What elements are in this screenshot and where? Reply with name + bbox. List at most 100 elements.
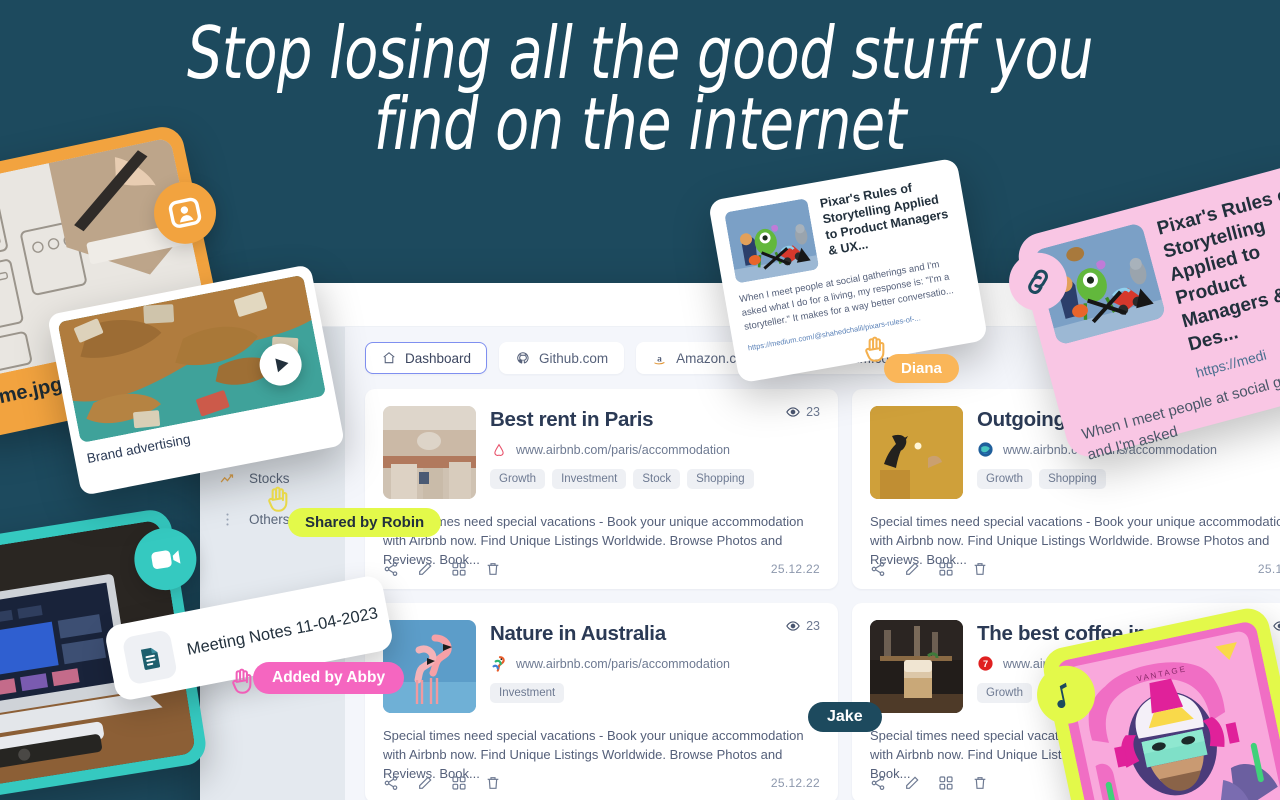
pink-card-text: Pixar's Rules of Storytelling Applied to… [1155,182,1280,381]
card-thumbnail [383,406,476,499]
edit-icon[interactable] [417,775,433,791]
globe-icon [977,441,994,458]
card-url-text: www.airbnb.com/paris/accommodation [516,656,730,671]
name-badge-jake: Jake [808,702,882,732]
image-icon [168,197,202,228]
name-badge-label: Shared by Robin [305,514,425,531]
document-icon-box [121,629,178,686]
trash-icon[interactable] [972,775,988,791]
card-date: 25.12.22 [770,562,820,576]
pink-card-head: Pixar's Rules of Storytelling Applied to… [1032,182,1280,414]
qr-icon[interactable] [938,775,954,791]
tag[interactable]: Shopping [1039,469,1106,489]
edit-icon[interactable] [417,561,433,577]
card-actions [383,561,501,577]
view-count: 23 [786,405,820,419]
seven-badge-icon: 7 [977,655,994,672]
card-head: Best rent in Paris www.airbnb.com/paris/… [383,406,820,499]
card-head: Nature in Australia www.airbnb.com/paris… [383,620,820,713]
card-tags: Growth Shopping [977,469,1280,489]
sidebar-item-label: Others [249,512,290,527]
page-title: Stop losing all the good stuff you find … [90,11,1191,166]
card-thumbnail [870,406,963,499]
floating-pink-title: Pixar's Rules of Storytelling Applied to… [1154,182,1280,356]
video-camera-icon [151,550,181,569]
music-note-icon [1057,682,1067,708]
tag[interactable]: Growth [490,469,546,489]
card-footer: 25.12.22 [870,561,1280,577]
link-icon [1028,269,1048,294]
tag[interactable]: Investment [552,469,627,489]
bookmark-card[interactable]: 23 [365,389,838,589]
tab-label: Dashboard [405,350,472,366]
floating-doc-label: Meeting Notes 11-04-2023 [185,603,380,659]
card-url[interactable]: www.airbnb.com/paris/accommodation [490,441,820,458]
card-title: Nature in Australia [490,622,666,645]
card-info: Nature in Australia www.airbnb.com/paris… [490,620,820,713]
tag[interactable]: Shopping [687,469,754,489]
qr-icon[interactable] [451,561,467,577]
qr-icon[interactable] [938,561,954,577]
trash-icon[interactable] [972,561,988,577]
edit-icon[interactable] [904,561,920,577]
hero-screenshot: Stop losing all the good stuff you find … [0,0,1280,800]
bookmark-card[interactable]: 23 [365,603,838,800]
card-tags: Investment [490,683,820,703]
hand-cursor-icon [865,336,885,362]
card-date: 25.12.22 [1257,562,1280,576]
home-icon [381,351,396,366]
view-count-value: 23 [806,619,820,633]
pixar-characters-photo [724,198,820,284]
card-date: 25.12.22 [770,776,820,790]
trash-icon[interactable] [485,561,501,577]
name-badge-label: Jake [827,708,863,725]
floating-pixar-title: Pixar's Rules of Storytelling Applied to… [818,180,950,259]
eye-icon [786,621,800,631]
name-badge-robin: Shared by Robin [288,508,442,537]
hand-cursor-icon [788,674,808,700]
tag[interactable]: Investment [490,683,565,703]
share-icon[interactable] [383,775,399,791]
airbnb-icon [490,441,507,458]
amazon-icon: a [652,351,667,366]
card-footer: 25.12.22 [383,561,820,577]
card-url-text: www.airbnb.com/paris/accommodation [516,442,730,457]
name-badge-diana: Diana [884,354,959,383]
card-actions [383,775,501,791]
share-icon[interactable] [870,561,886,577]
view-count: 23 [786,619,820,633]
share-icon[interactable] [870,775,886,791]
svg-text:a: a [657,354,662,364]
card-url[interactable]: www.airbnb.com/paris/accommodation [490,655,820,672]
trash-icon[interactable] [485,775,501,791]
tag[interactable]: Growth [977,469,1033,489]
headline-line-1: Stop losing all the good stuff you [186,11,1094,95]
hand-cursor-icon [232,668,252,694]
edit-icon[interactable] [904,775,920,791]
eye-icon [1273,621,1280,631]
document-icon [140,647,160,670]
view-count: 23 [1273,619,1280,633]
hand-cursor-icon [268,486,288,512]
tab-github[interactable]: Github.com [499,342,625,374]
card-footer: 25.12.22 [383,775,820,791]
name-badge-label: Diana [901,360,942,377]
card-actions [870,775,988,791]
eye-icon [786,407,800,417]
name-badge-abby: Added by Abby [253,662,405,694]
tab-label: Github.com [539,350,609,366]
qr-icon[interactable] [451,775,467,791]
card-thumbnail [870,620,963,713]
share-icon[interactable] [383,561,399,577]
card-info: Best rent in Paris www.airbnb.com/paris/… [490,406,820,499]
card-tags: Growth Investment Stock Shopping [490,469,820,489]
play-icon [274,356,290,373]
headline-line-2: find on the internet [373,82,907,166]
tab-dashboard[interactable]: Dashboard [365,342,488,374]
stocks-icon [218,470,236,488]
tag[interactable]: Stock [633,469,681,489]
tag[interactable]: Growth [977,683,1033,703]
parrot-icon [490,655,507,672]
view-count-value: 23 [806,405,820,419]
card-title: Best rent in Paris [490,408,654,431]
